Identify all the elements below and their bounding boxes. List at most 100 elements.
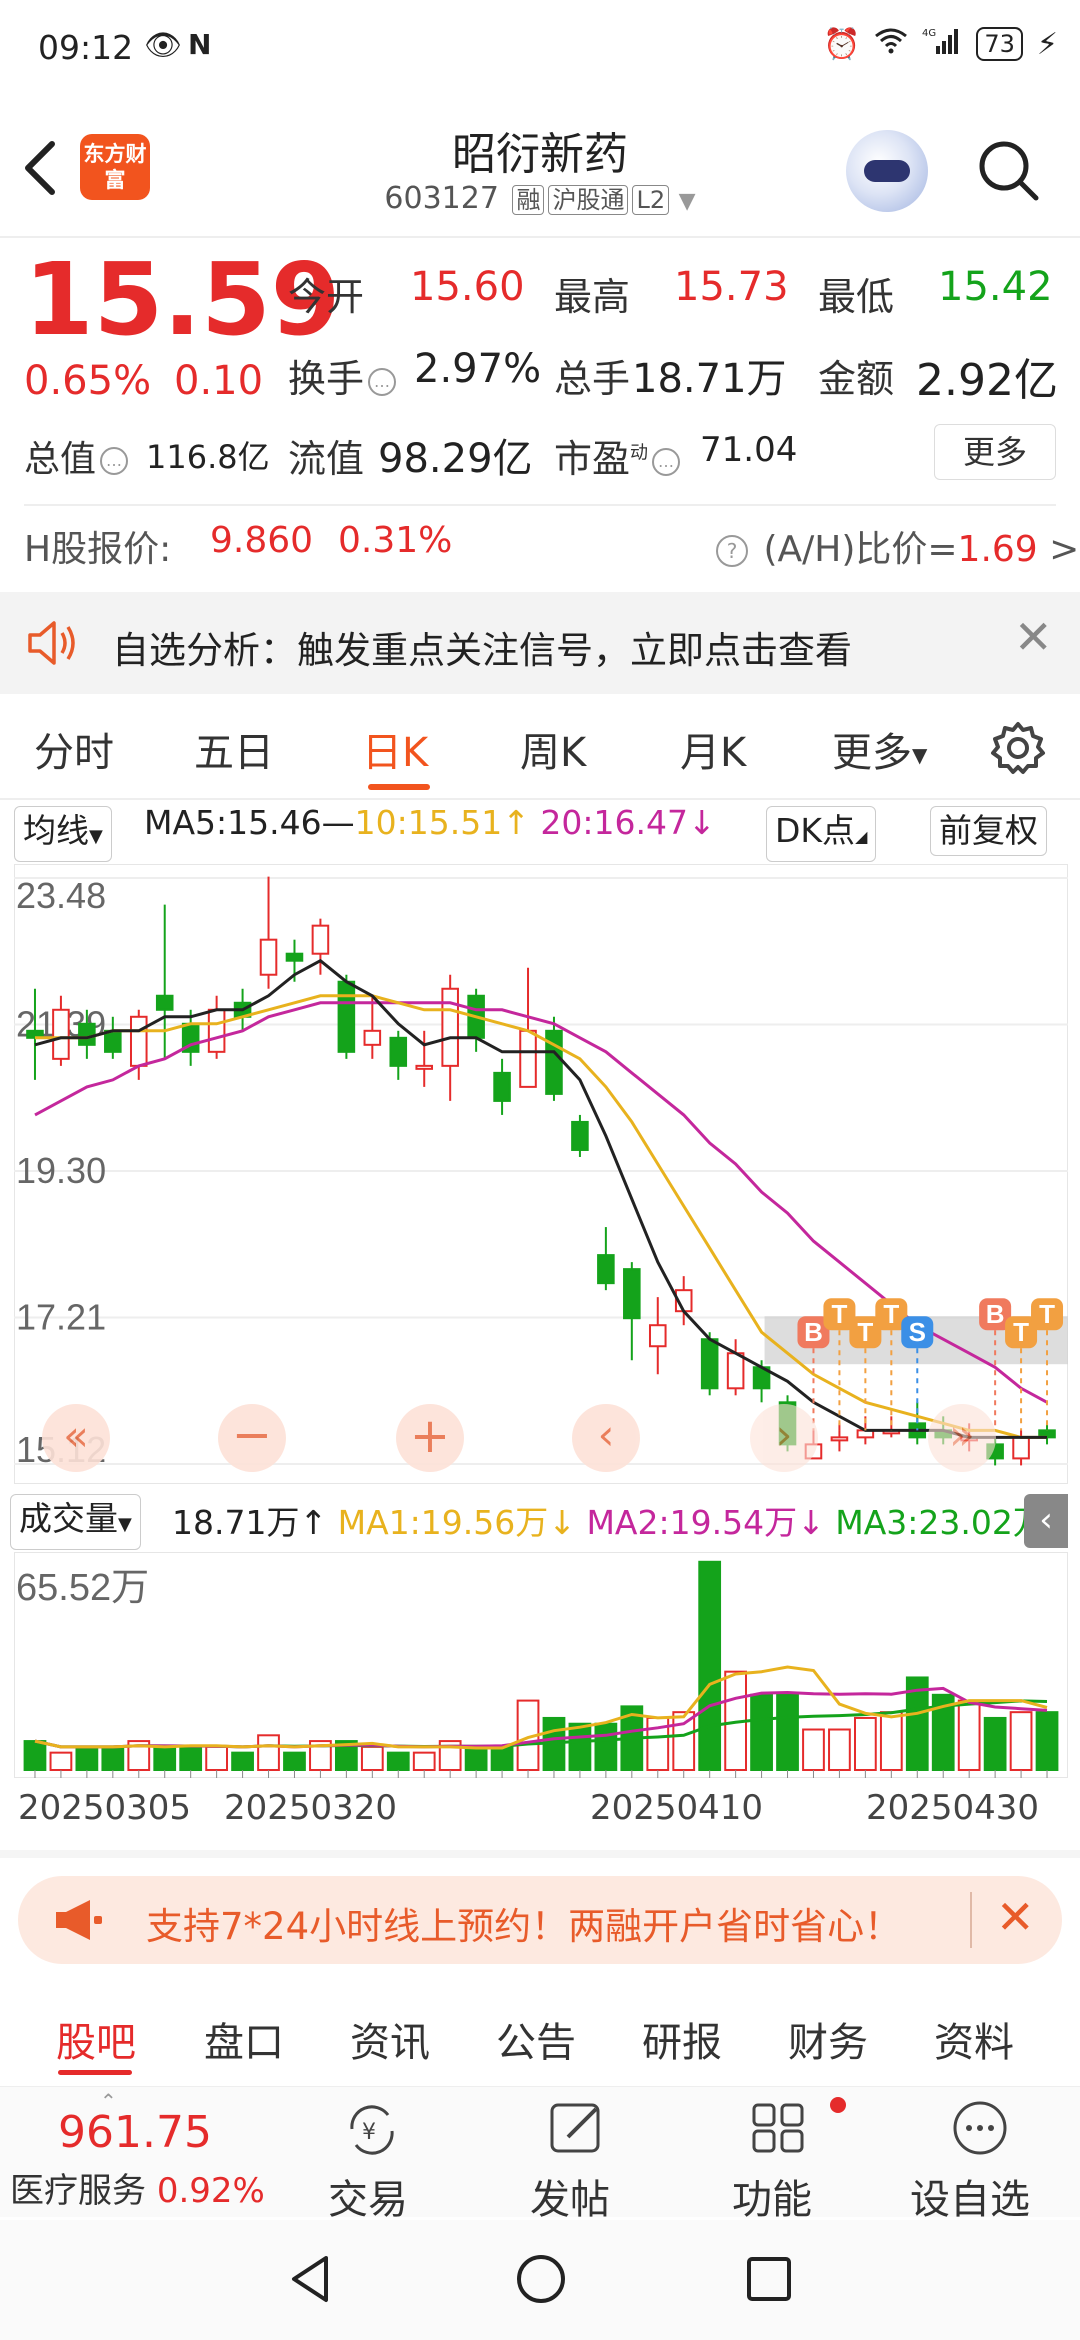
x-tick-2: 20250410 bbox=[590, 1788, 764, 1828]
svg-text:¥: ¥ bbox=[362, 2120, 376, 2145]
tab-daily-k[interactable]: 日K bbox=[362, 720, 428, 778]
system-nav-bar bbox=[0, 2220, 1080, 2340]
tab-five-day[interactable]: 五日 bbox=[194, 720, 274, 778]
info-icon[interactable]: … bbox=[100, 447, 129, 475]
amount-value: 2.92亿 bbox=[916, 355, 1058, 406]
zoom-in-icon[interactable]: + bbox=[396, 1404, 464, 1472]
trade-label[interactable]: 交易 bbox=[328, 2167, 408, 2225]
candle-body bbox=[648, 1324, 667, 1348]
low-label: 最低 bbox=[818, 275, 895, 319]
wifi-icon bbox=[874, 26, 908, 62]
post-edit-icon[interactable] bbox=[548, 2099, 608, 2161]
ma10-label: 10:15.51 bbox=[354, 803, 503, 842]
dropdown-caret-icon[interactable]: ▼ bbox=[679, 189, 696, 214]
tab-news[interactable]: 资讯 bbox=[350, 2010, 430, 2068]
scroll-left-icon[interactable]: ‹ bbox=[572, 1404, 640, 1472]
signal-label: T bbox=[1039, 1299, 1055, 1329]
tab-forum[interactable]: 股吧 bbox=[56, 2010, 136, 2068]
scroll-left-fast-icon[interactable]: « bbox=[42, 1404, 110, 1472]
volume-chart[interactable]: 65.52万 bbox=[14, 1552, 1068, 1778]
tab-monthly-k[interactable]: 月K bbox=[680, 720, 746, 778]
question-icon[interactable]: ? bbox=[716, 535, 748, 567]
change-percent: 0.65% bbox=[24, 358, 152, 404]
candle-body bbox=[1012, 1436, 1030, 1460]
candle-body bbox=[519, 1029, 537, 1088]
scroll-right-icon[interactable]: › bbox=[750, 1404, 818, 1472]
megaphone-icon bbox=[52, 1896, 104, 1948]
volume-indicator-select[interactable]: 成交量▼ bbox=[10, 1494, 141, 1550]
notification-dot bbox=[830, 2097, 846, 2113]
sector-index-value[interactable]: 961.75 bbox=[58, 2107, 212, 2158]
nav-back-icon[interactable] bbox=[286, 2252, 334, 2310]
function-label[interactable]: 功能 bbox=[732, 2167, 812, 2225]
candle-body bbox=[571, 1120, 589, 1151]
svg-text:4G: 4G bbox=[922, 28, 936, 39]
volume-value: 18.71万 bbox=[632, 356, 787, 402]
indicator-select[interactable]: 均线▼ bbox=[14, 806, 112, 862]
settings-gear-icon[interactable] bbox=[990, 720, 1046, 780]
zoom-out-icon[interactable]: − bbox=[218, 1404, 286, 1472]
trade-yen-icon[interactable]: ¥ bbox=[340, 2101, 404, 2163]
high-value: 15.73 bbox=[674, 264, 789, 310]
kline-chart[interactable]: 23.4821.3919.3017.2115.12BTTTSBTT bbox=[14, 864, 1068, 1484]
hshare-label: H股报价: bbox=[24, 529, 172, 570]
watchlist-label[interactable]: 设自选 bbox=[910, 2167, 1030, 2225]
chart-frame bbox=[14, 864, 1068, 1484]
volume-bar bbox=[153, 1745, 177, 1772]
period-tabs: 分时 五日 日K 周K 月K 更多▼ bbox=[0, 700, 1080, 798]
x-tick-3: 20250430 bbox=[866, 1788, 1040, 1828]
open-value: 15.60 bbox=[410, 264, 525, 310]
tab-intraday[interactable]: 分时 bbox=[34, 720, 114, 778]
tab-more[interactable]: 更多▼ bbox=[832, 720, 927, 778]
ah-ratio-row[interactable]: ? (A/H)比价=1.69 > bbox=[712, 520, 1079, 572]
tab-profile[interactable]: 资料 bbox=[934, 2010, 1014, 2068]
nav-recents-icon[interactable] bbox=[744, 2254, 794, 2308]
volume-bar bbox=[750, 1693, 773, 1771]
sector-index-name[interactable]: 医疗服务 0.92% bbox=[10, 2163, 265, 2212]
low-value: 15.42 bbox=[938, 264, 1053, 310]
stock-code: 603127 bbox=[384, 181, 499, 216]
candle-body bbox=[155, 994, 174, 1011]
robot-assistant-avatar[interactable] bbox=[846, 130, 928, 212]
tab-orderbook[interactable]: 盘口 bbox=[204, 2010, 284, 2068]
analysis-notice[interactable]: 自选分析：触发重点关注信号，立即点击查看 ✕ bbox=[0, 592, 1080, 694]
search-icon[interactable] bbox=[976, 138, 1040, 202]
bottom-action-bar: ⌃ 961.75 医疗服务 0.92% ¥ 交易 发帖 功能 设自选 bbox=[0, 2086, 1080, 2223]
nav-home-icon[interactable] bbox=[514, 2252, 568, 2310]
volume-bar bbox=[879, 1711, 903, 1771]
banner-text: 支持7*24小时线上预约！两融开户省时省心！ bbox=[146, 1905, 902, 1948]
candle-body bbox=[259, 938, 278, 976]
signal-label: T bbox=[1013, 1317, 1029, 1347]
banner-close-icon[interactable]: ✕ bbox=[996, 1890, 1035, 1944]
mktcap-value: 116.8亿 bbox=[146, 438, 270, 476]
candle-body bbox=[104, 1029, 122, 1053]
function-grid-icon[interactable] bbox=[750, 2099, 810, 2161]
info-icon[interactable]: … bbox=[652, 447, 681, 476]
promo-banner[interactable]: 支持7*24小时线上预约！两融开户省时省心！ ✕ bbox=[18, 1876, 1062, 1964]
candle-body bbox=[441, 987, 459, 1067]
collapse-panel-icon[interactable]: ‹ bbox=[1024, 1494, 1068, 1548]
tab-financials[interactable]: 财务 bbox=[788, 2010, 868, 2068]
add-watchlist-icon[interactable] bbox=[950, 2099, 1010, 2161]
candle-body bbox=[700, 1338, 719, 1390]
tab-research[interactable]: 研报 bbox=[642, 2010, 722, 2068]
high-label: 最高 bbox=[554, 275, 631, 319]
info-icon[interactable]: … bbox=[368, 367, 397, 396]
candle-body bbox=[129, 1015, 148, 1067]
volume-bar bbox=[594, 1722, 618, 1772]
candle-body bbox=[207, 1008, 226, 1053]
signal-label: T bbox=[857, 1317, 873, 1347]
adjust-button[interactable]: 前复权 bbox=[930, 806, 1047, 856]
turnover-value: 2.97% bbox=[414, 346, 542, 392]
post-label[interactable]: 发帖 bbox=[530, 2167, 610, 2225]
tab-announcements[interactable]: 公告 bbox=[496, 2010, 576, 2068]
dk-point-button[interactable]: DK点◢ bbox=[766, 806, 877, 862]
status-time: 09:12 bbox=[38, 28, 134, 67]
tab-weekly-k[interactable]: 周K bbox=[520, 720, 586, 778]
candle-body bbox=[623, 1268, 641, 1320]
volume-legend: 18.71万↑ MA1:19.56万↓ MA2:19.54万↓ MA3:23.0… bbox=[172, 1503, 1074, 1542]
stock-header: 东方财富 昭衍新药 603127 融沪股通 L2 ▼ bbox=[0, 100, 1080, 236]
more-button[interactable]: 更多 bbox=[934, 424, 1056, 480]
scroll-right-fast-icon[interactable]: » bbox=[928, 1404, 996, 1472]
close-icon[interactable]: ✕ bbox=[1014, 610, 1053, 664]
